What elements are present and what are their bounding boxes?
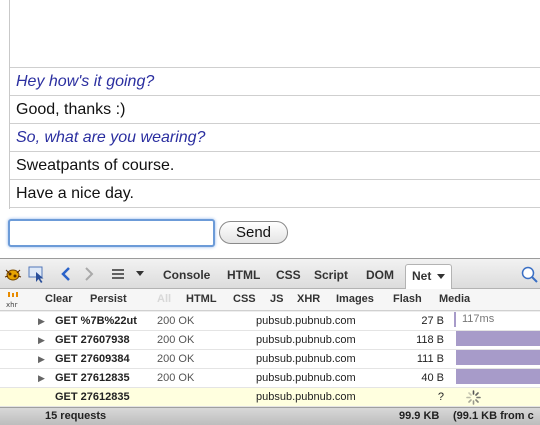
filter-all[interactable]: All	[157, 293, 171, 305]
total-size: 99.9 KB	[399, 410, 440, 422]
expand-icon[interactable]: ▶	[38, 312, 45, 330]
net-summary-bar: 15 requests 99.9 KB (99.1 KB from c	[0, 407, 540, 425]
request-url: GET 27612835	[55, 372, 130, 384]
xhr-icon-label: xhr	[6, 301, 18, 309]
request-status: 200 OK	[157, 353, 195, 365]
request-status: 200 OK	[157, 315, 195, 327]
net-request-table: ▶ GET %7B%22ut 200 OK pubsub.pubnub.com …	[0, 312, 540, 407]
tab-script[interactable]: Script	[314, 268, 348, 282]
request-url: GET %7B%22ut	[55, 315, 137, 327]
table-row[interactable]: ▶ GET 27609384 200 OK pubsub.pubnub.com …	[0, 350, 540, 369]
request-count: 15 requests	[45, 410, 107, 422]
chat-panel: Hey how's it going? Good, thanks :) So, …	[0, 0, 540, 258]
forward-icon[interactable]	[83, 267, 95, 281]
request-status: 200 OK	[157, 334, 195, 346]
inspect-icon[interactable]	[28, 266, 46, 283]
chat-message: Good, thanks :)	[10, 96, 540, 124]
request-url: GET 27607938	[55, 334, 130, 346]
timeline-bar	[456, 331, 540, 346]
back-icon[interactable]	[60, 267, 72, 281]
tab-css[interactable]: CSS	[276, 268, 301, 282]
chat-log-empty-space	[10, 0, 540, 68]
filter-html[interactable]: HTML	[186, 293, 217, 305]
request-url: GET 27612835	[55, 391, 130, 403]
send-button[interactable]: Send	[219, 221, 288, 244]
net-filter-bar: xhr Clear Persist All HTML CSS JS XHR Im…	[0, 289, 540, 311]
table-row[interactable]: ▶ GET 27607938 200 OK pubsub.pubnub.com …	[0, 331, 540, 350]
firebug-bug-icon[interactable]	[3, 265, 23, 283]
filter-js[interactable]: JS	[270, 293, 283, 305]
request-size: 27 B	[421, 315, 444, 327]
persist-button[interactable]: Persist	[90, 293, 127, 305]
filter-xhr[interactable]: XHR	[297, 293, 320, 305]
request-status: 200 OK	[157, 372, 195, 384]
chat-message: Have a nice day.	[10, 180, 540, 208]
table-row[interactable]: ▶ GET 27612835 200 OK pubsub.pubnub.com …	[0, 369, 540, 388]
search-icon[interactable]	[518, 265, 540, 283]
request-domain: pubsub.pubnub.com	[256, 315, 356, 327]
firebug-panel: Console HTML CSS Script DOM Net xhr Clea…	[0, 258, 540, 425]
chat-message: So, what are you wearing?	[10, 124, 540, 152]
clear-button[interactable]: Clear	[45, 293, 73, 305]
tab-net-label: Net	[412, 269, 432, 283]
request-size: 111 B	[416, 353, 444, 365]
tab-net[interactable]: Net	[405, 264, 452, 289]
request-domain: pubsub.pubnub.com	[256, 334, 356, 346]
tab-dom[interactable]: DOM	[366, 268, 394, 282]
xhr-icon[interactable]: xhr	[6, 291, 20, 309]
filter-images[interactable]: Images	[336, 293, 374, 305]
dropdown-icon[interactable]	[136, 271, 144, 277]
table-row[interactable]: ▶ GET %7B%22ut 200 OK pubsub.pubnub.com …	[0, 312, 540, 331]
expand-icon[interactable]: ▶	[38, 331, 45, 349]
request-url: GET 27609384	[55, 353, 130, 365]
filter-css[interactable]: CSS	[233, 293, 256, 305]
request-domain: pubsub.pubnub.com	[256, 372, 356, 384]
tab-console[interactable]: Console	[163, 268, 210, 282]
timeline-bar	[456, 369, 540, 384]
expand-icon[interactable]: ▶	[38, 369, 45, 387]
request-size: 118 B	[416, 334, 444, 346]
timeline-bar	[456, 350, 540, 365]
chevron-down-icon	[436, 273, 445, 279]
chat-log: Hey how's it going? Good, thanks :) So, …	[9, 0, 540, 209]
request-domain: pubsub.pubnub.com	[256, 353, 356, 365]
expand-icon[interactable]: ▶	[38, 350, 45, 368]
request-timing: 117ms	[454, 312, 540, 327]
filter-flash[interactable]: Flash	[393, 293, 422, 305]
list-menu-icon[interactable]	[111, 267, 125, 281]
request-size: 40 B	[421, 372, 444, 384]
filter-media[interactable]: Media	[439, 293, 470, 305]
loading-spinner-icon	[466, 390, 481, 405]
cached-size: (99.1 KB from c	[453, 410, 534, 422]
table-row[interactable]: GET 27612835 pubsub.pubnub.com ?	[0, 388, 540, 407]
tab-html[interactable]: HTML	[227, 268, 260, 282]
chat-message: Hey how's it going?	[10, 68, 540, 96]
request-size: ?	[437, 391, 444, 403]
request-domain: pubsub.pubnub.com	[256, 391, 356, 403]
message-input[interactable]	[8, 219, 215, 247]
firebug-toolbar: Console HTML CSS Script DOM Net	[0, 259, 540, 289]
chat-message: Sweatpants of course.	[10, 152, 540, 180]
